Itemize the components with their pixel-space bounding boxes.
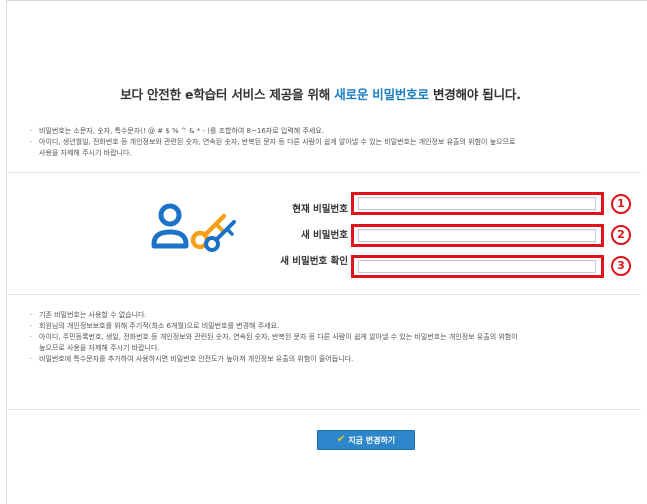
marker-1: 1 <box>611 194 631 214</box>
note-item: 회원님의 개인정보보호를 위해 주기적(최소 6개월)으로 비밀번호를 변경해 … <box>30 321 641 332</box>
note-text: 회원님의 개인정보보호를 위해 주기적(최소 6개월)으로 비밀번호를 변경해 … <box>39 322 280 330</box>
change-now-button[interactable]: ✔ 지금 변경하기 <box>317 430 415 450</box>
rule-text-continued: 사용을 자제해 주시기 바랍니다. <box>39 149 132 157</box>
rule-item: 아이디, 생년월일, 전화번호 등 개인정보와 관련된 숫자, 연속된 숫자, … <box>30 137 641 159</box>
confirm-password-highlight <box>351 255 604 278</box>
marker-2: 2 <box>611 225 631 245</box>
password-rules: 비밀번호는 소문자, 숫자, 특수문자(! @ # $ % ^ & * - )를… <box>30 126 641 159</box>
headline-highlight: 새로운 비밀번호로 <box>334 87 429 102</box>
note-text: 비밀번호에 특수문자를 추가하여 사용하시면 비밀번호 안전도가 높아져 개인정… <box>39 355 354 363</box>
divider <box>8 172 641 173</box>
note-text: 아이디, 주민등록번호, 생일, 전화번호 등 개인정보와 관련된 숫자, 연속… <box>39 333 518 341</box>
headline-prefix: 보다 안전한 e학습터 서비스 제공을 위해 <box>120 87 335 102</box>
divider <box>8 294 641 295</box>
headline-suffix: 변경해야 됩니다. <box>428 87 521 102</box>
note-text-continued: 높으므로 사용을 자제해 주시기 바랍니다. <box>39 344 160 352</box>
change-now-label: 지금 변경하기 <box>348 435 396 445</box>
new-password-label: 새 비밀번호 <box>300 230 348 241</box>
rule-text: 비밀번호는 소문자, 숫자, 특수문자(! @ # $ % ^ & * - )를… <box>39 127 324 135</box>
new-password-input[interactable] <box>358 229 596 242</box>
divider <box>8 409 641 410</box>
page-headline: 보다 안전한 e학습터 서비스 제공을 위해 새로운 비밀번호로 변경해야 됩니… <box>0 84 641 103</box>
check-icon: ✔ <box>336 434 346 445</box>
password-notes: 기존 비밀번호는 사용할 수 없습니다. 회원님의 개인정보보호를 위해 주기적… <box>30 310 641 365</box>
note-item: 아이디, 주민등록번호, 생일, 전화번호 등 개인정보와 관련된 숫자, 연속… <box>30 332 641 354</box>
rule-text: 아이디, 생년월일, 전화번호 등 개인정보와 관련된 숫자, 연속된 숫자, … <box>39 138 516 146</box>
rule-item: 비밀번호는 소문자, 숫자, 특수문자(! @ # $ % ^ & * - )를… <box>30 126 641 137</box>
confirm-password-input[interactable] <box>358 260 596 273</box>
confirm-password-label: 새 비밀번호 확인 <box>280 256 348 267</box>
note-text: 기존 비밀번호는 사용할 수 없습니다. <box>39 311 147 319</box>
current-password-label: 현재 비밀번호 <box>292 204 348 215</box>
note-item: 기존 비밀번호는 사용할 수 없습니다. <box>30 310 641 321</box>
current-password-highlight <box>351 192 604 215</box>
note-item: 비밀번호에 특수문자를 추가하여 사용하시면 비밀번호 안전도가 높아져 개인정… <box>30 354 641 365</box>
user-key-logo-icon <box>151 203 236 252</box>
marker-3: 3 <box>611 256 631 276</box>
page-frame <box>6 0 647 504</box>
current-password-input[interactable] <box>358 197 596 210</box>
new-password-highlight <box>351 224 604 247</box>
